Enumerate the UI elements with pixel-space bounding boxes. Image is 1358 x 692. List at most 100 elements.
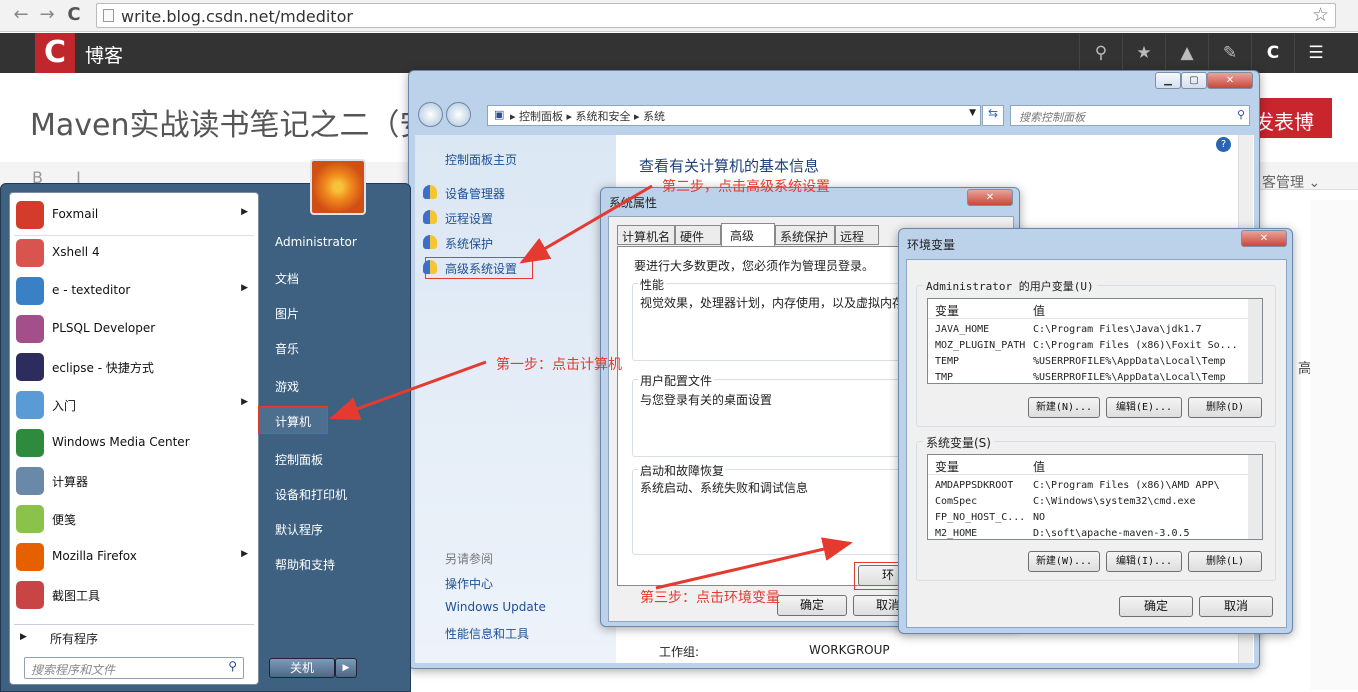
programs-panel: Foxmail ▶ Xshell 4 e - texteditor ▶ PLSQL Dev… bbox=[9, 192, 259, 685]
right-item-control-panel[interactable]: 控制面板 bbox=[275, 451, 323, 468]
device-manager-link[interactable]: 设备管理器 bbox=[445, 185, 505, 202]
csdn-icon[interactable]: C bbox=[1251, 33, 1294, 73]
minimize-button[interactable]: ▁ bbox=[1155, 72, 1181, 89]
var-name: ComSpec bbox=[935, 496, 978, 507]
program-item[interactable]: Xshell 4 bbox=[14, 235, 254, 271]
menu-icon[interactable]: ☰ bbox=[1294, 33, 1337, 73]
table-row[interactable]: TEMP %USERPROFILE%\AppData\Local\Temp bbox=[928, 355, 1248, 371]
right-item-music[interactable]: 音乐 bbox=[275, 340, 299, 357]
program-item[interactable]: 计算器 bbox=[14, 463, 254, 499]
system-delete-button[interactable]: 删除(L) bbox=[1188, 551, 1262, 572]
search-box[interactable]: 搜索控制面板 ⚲ bbox=[1010, 105, 1250, 126]
right-item-devices-printers[interactable]: 设备和打印机 bbox=[275, 486, 347, 503]
user-new-button[interactable]: 新建(N)... bbox=[1028, 397, 1100, 418]
tab-system-protection[interactable]: 系统保护 bbox=[775, 225, 835, 245]
close-button[interactable]: ✕ bbox=[967, 189, 1013, 206]
shutdown-button[interactable]: 关机 bbox=[269, 658, 335, 678]
col-value[interactable]: 值 bbox=[1033, 458, 1045, 475]
user-avatar[interactable] bbox=[310, 159, 366, 215]
col-value[interactable]: 值 bbox=[1033, 302, 1045, 319]
close-button[interactable]: ✕ bbox=[1241, 230, 1287, 247]
right-item-games[interactable]: 游戏 bbox=[275, 378, 299, 395]
breadcrumb[interactable]: ▣ ▸ 控制面板 ▸ 系统和安全 ▸ 系统 ▼ bbox=[487, 105, 981, 126]
program-item[interactable]: Mozilla Firefox ▶ bbox=[14, 539, 254, 575]
windows-update-link[interactable]: Windows Update bbox=[445, 600, 546, 614]
crumb-1[interactable]: 控制面板 bbox=[519, 110, 563, 123]
table-row[interactable]: JAVA_HOME C:\Program Files\Java\jdk1.7 bbox=[928, 323, 1248, 339]
action-center-link[interactable]: 操作中心 bbox=[445, 575, 493, 592]
ok-button[interactable]: 确定 bbox=[777, 595, 847, 616]
bookmark-star-icon[interactable]: ☆ bbox=[1312, 4, 1329, 26]
crumb-3[interactable]: 系统 bbox=[643, 110, 665, 123]
advanced-settings-link[interactable]: 高级系统设置 bbox=[445, 260, 517, 277]
user-delete-button[interactable]: 删除(D) bbox=[1188, 397, 1262, 418]
scrollbar[interactable] bbox=[1248, 455, 1262, 539]
table-row[interactable]: M2_HOME D:\soft\apache-maven-3.0.5 bbox=[928, 527, 1248, 543]
back-nav-button[interactable] bbox=[418, 102, 443, 127]
reload-button[interactable]: C bbox=[63, 4, 85, 26]
program-item[interactable]: e - texteditor ▶ bbox=[14, 273, 254, 309]
bell-icon[interactable]: ▲ bbox=[1165, 33, 1208, 73]
search-icon[interactable]: ⚲ bbox=[1079, 33, 1122, 73]
control-panel-icon: ▣ bbox=[494, 108, 505, 121]
crumb-2[interactable]: 系统和安全 bbox=[576, 110, 631, 123]
right-item-computer[interactable]: 计算机 bbox=[275, 413, 311, 430]
help-icon[interactable]: ? bbox=[1216, 137, 1231, 152]
right-item-administrator[interactable]: Administrator bbox=[275, 235, 357, 249]
user-edit-button[interactable]: 编辑(E)... bbox=[1106, 397, 1182, 418]
system-edit-button[interactable]: 编辑(I)... bbox=[1106, 551, 1182, 572]
table-row[interactable]: MOZ_PLUGIN_PATH C:\Program Files (x86)\Fo… bbox=[928, 339, 1248, 355]
blog-link[interactable]: 博客 bbox=[85, 41, 123, 68]
tab-remote[interactable]: 远程 bbox=[835, 225, 879, 245]
system-vars-list[interactable]: 变量 值 AMDAPPSDKROOT C:\Program Files (x86)… bbox=[927, 454, 1263, 540]
search-icon[interactable]: ⚲ bbox=[1237, 108, 1245, 121]
program-item[interactable]: 入门 ▶ bbox=[14, 387, 254, 423]
remote-settings-link[interactable]: 远程设置 bbox=[445, 210, 493, 227]
address-bar[interactable]: write.blog.csdn.net/mdeditor ☆ bbox=[96, 3, 1336, 28]
maximize-button[interactable]: ▢ bbox=[1181, 72, 1207, 89]
chevron-down-icon[interactable]: ▼ bbox=[969, 108, 976, 118]
tab-hardware[interactable]: 硬件 bbox=[675, 225, 721, 245]
star-icon[interactable]: ★ bbox=[1122, 33, 1165, 73]
tab-computer-name[interactable]: 计算机名 bbox=[617, 225, 675, 245]
program-item[interactable]: 截图工具 bbox=[14, 577, 254, 613]
write-icon[interactable]: ✎ bbox=[1208, 33, 1251, 73]
ok-button[interactable]: 确定 bbox=[1119, 596, 1193, 617]
scrollbar[interactable] bbox=[1248, 299, 1262, 383]
user-vars-list[interactable]: 变量 值 JAVA_HOME C:\Program Files\Java\jdk1… bbox=[927, 298, 1263, 384]
table-row[interactable]: AMDAPPSDKROOT C:\Program Files (x86)\AMD … bbox=[928, 479, 1248, 495]
right-item-documents[interactable]: 文档 bbox=[275, 270, 299, 287]
program-item[interactable]: PLSQL Developer bbox=[14, 311, 254, 347]
csdn-logo[interactable]: C bbox=[35, 33, 75, 73]
table-row[interactable]: ComSpec C:\Windows\system32\cmd.exe bbox=[928, 495, 1248, 511]
tab-advanced[interactable]: 高级 bbox=[721, 223, 775, 247]
shutdown-options-button[interactable]: ▶ bbox=[335, 658, 357, 678]
start-search-input[interactable]: 搜索程序和文件 ⚲ bbox=[24, 657, 244, 679]
performance-link[interactable]: 性能信息和工具 bbox=[445, 625, 529, 642]
close-button[interactable]: ✕ bbox=[1207, 72, 1253, 89]
right-item-pictures[interactable]: 图片 bbox=[275, 305, 299, 322]
right-item-default-programs[interactable]: 默认程序 bbox=[275, 521, 323, 538]
forward-nav-button[interactable] bbox=[446, 102, 471, 127]
back-button[interactable]: ← bbox=[10, 4, 32, 26]
program-item[interactable]: Foxmail ▶ bbox=[14, 197, 254, 233]
system-new-button[interactable]: 新建(W)... bbox=[1028, 551, 1100, 572]
refresh-icon[interactable]: ⇆ bbox=[982, 105, 1004, 126]
col-variable[interactable]: 变量 bbox=[935, 458, 959, 475]
cancel-button[interactable]: 取消 bbox=[1199, 596, 1273, 617]
forward-button[interactable]: → bbox=[36, 4, 58, 26]
blog-manage-link[interactable]: 客管理 ⌄ bbox=[1262, 172, 1320, 192]
article-title[interactable]: Maven实战读书笔记之二（安 bbox=[30, 100, 430, 144]
program-item[interactable]: eclipse - 快捷方式 bbox=[14, 349, 254, 385]
right-item-help-support[interactable]: 帮助和支持 bbox=[275, 556, 335, 573]
system-protection-link[interactable]: 系统保护 bbox=[445, 235, 493, 252]
control-panel-home-link[interactable]: 控制面板主页 bbox=[445, 151, 517, 168]
program-item[interactable]: Windows Media Center bbox=[14, 425, 254, 461]
all-programs[interactable]: 所有程序 bbox=[50, 630, 98, 647]
col-variable[interactable]: 变量 bbox=[935, 302, 959, 319]
table-row[interactable]: TMP %USERPROFILE%\AppData\Local\Temp bbox=[928, 371, 1248, 387]
table-row[interactable]: FP_NO_HOST_C... NO bbox=[928, 511, 1248, 527]
program-label: e - texteditor bbox=[52, 283, 131, 297]
program-item[interactable]: 便笺 bbox=[14, 501, 254, 537]
var-name: MOZ_PLUGIN_PATH bbox=[935, 340, 1026, 351]
